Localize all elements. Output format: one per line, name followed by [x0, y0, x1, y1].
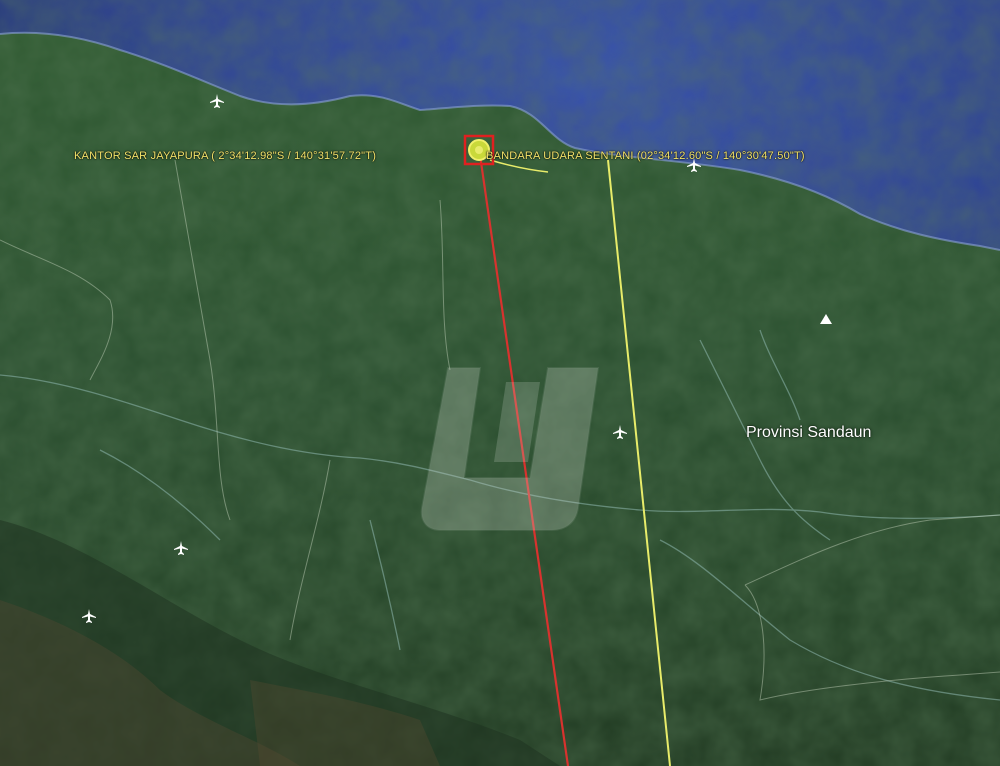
peak-marker-icon[interactable] [818, 311, 834, 327]
airport-icon[interactable] [173, 540, 189, 556]
region-label-sandaun: Provinsi Sandaun [746, 424, 872, 441]
placemark-label-bandara-sentani[interactable]: BANDARA UDARA SENTANI (02°34'12.60"S / 1… [486, 150, 805, 162]
satellite-map[interactable]: KANTOR SAR JAYAPURA ( 2°34'12.98"S / 140… [0, 0, 1000, 766]
airport-icon[interactable] [81, 608, 97, 624]
airport-icon[interactable] [612, 424, 628, 440]
watermark-logo [420, 367, 600, 531]
airport-icon[interactable] [209, 93, 225, 109]
placemark-label-kantor-sar[interactable]: KANTOR SAR JAYAPURA ( 2°34'12.98"S / 140… [74, 150, 376, 162]
